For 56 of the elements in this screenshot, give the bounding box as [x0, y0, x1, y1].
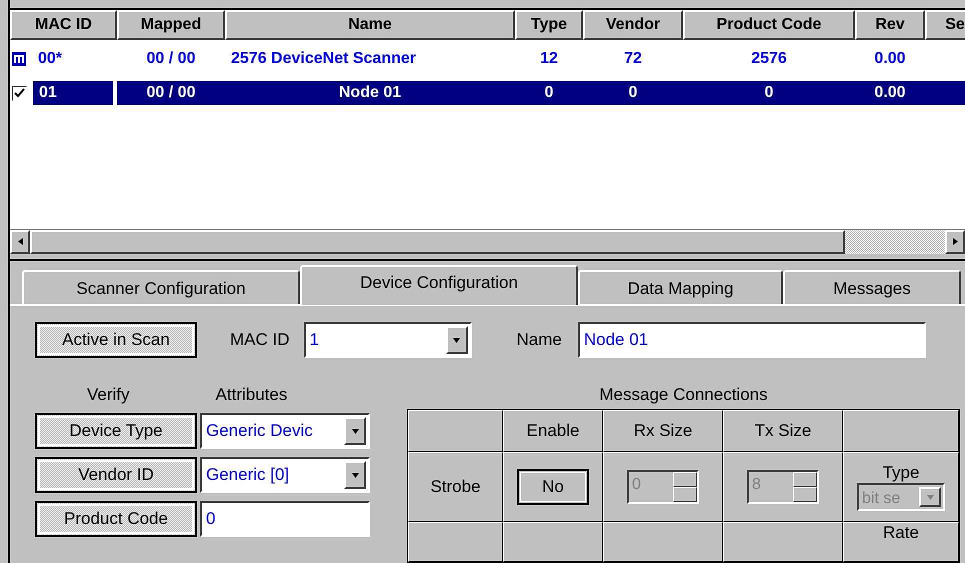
column-header[interactable]: MAC ID	[10, 10, 117, 40]
column-header[interactable]: Vendor	[583, 10, 683, 40]
dropdown-arrow-icon	[350, 470, 360, 480]
mac-id-label: MAC ID	[230, 330, 290, 350]
column-header[interactable]: Rev	[855, 10, 925, 40]
dropdown-arrow-icon	[926, 492, 934, 502]
type-label: Type	[882, 463, 920, 483]
column-header[interactable]: Se	[925, 10, 965, 40]
table-cell-text: 2576 DeviceNet Scanner	[230, 49, 417, 69]
table-cell: 00 / 00	[117, 81, 225, 105]
table-cell-text: 2576	[750, 49, 788, 69]
table-cell-text: 00 / 00	[146, 49, 196, 69]
tab[interactable]: Messages	[783, 270, 961, 304]
name-field[interactable]: Node 01	[578, 322, 926, 358]
table-cell-text: 12	[539, 49, 559, 69]
left-arrow-icon	[16, 237, 24, 246]
table-cell: 01	[33, 81, 113, 105]
column-header[interactable]: Product Code	[683, 10, 855, 40]
table-cell: 0	[683, 81, 855, 105]
dropdown-arrow-icon	[452, 336, 461, 344]
table-cell: 0	[583, 81, 683, 105]
column-header[interactable]: Type	[515, 10, 583, 40]
table-cell-text: 72	[623, 49, 643, 69]
column-header[interactable]: Name	[225, 10, 515, 40]
verify-toggle[interactable]: Vendor ID	[35, 457, 197, 493]
table-cell: 0.00	[855, 81, 925, 105]
scroll-left-button[interactable]	[10, 230, 30, 254]
active-in-scan-toggle[interactable]: Active in Scan	[35, 322, 197, 358]
tab[interactable]: Data Mapping	[578, 270, 783, 304]
message-connections-heading: Message Connections	[599, 385, 768, 405]
table-cell: 0	[515, 81, 583, 105]
right-arrow-icon	[950, 237, 960, 246]
tab[interactable]: Device Configuration	[300, 265, 578, 305]
scrollbar-thumb[interactable]	[30, 230, 845, 254]
table-cell: Node 01	[225, 81, 515, 105]
checkmark-icon	[14, 88, 25, 98]
column-header[interactable]: Mapped	[117, 10, 225, 40]
attribute-field[interactable]: 0	[200, 501, 370, 537]
dropdown-arrow-icon	[350, 426, 360, 436]
column-header: Tx Size	[754, 421, 812, 441]
tab[interactable]: Scanner Configuration	[22, 270, 300, 304]
attribute-dropdown[interactable]: Generic [0]	[200, 457, 370, 493]
verify-toggle[interactable]: Device Type	[35, 413, 197, 449]
table-cell-text: 00*	[37, 49, 64, 69]
rate-label: Rate	[883, 523, 919, 543]
attribute-dropdown[interactable]: Generic Devic	[200, 413, 370, 449]
verify-toggle[interactable]: Product Code	[35, 501, 197, 537]
attributes-heading: Attributes	[216, 385, 288, 405]
name-label: Name	[516, 330, 562, 350]
column-header: Rx Size	[634, 421, 692, 441]
mac-id-dropdown[interactable]: 1	[304, 322, 472, 358]
row-label: Strobe	[430, 477, 481, 497]
table-cell-text: 0.00	[873, 49, 907, 69]
verify-heading: Verify	[87, 385, 130, 405]
column-header: Enable	[526, 421, 580, 441]
scroll-right-button[interactable]	[945, 230, 965, 254]
